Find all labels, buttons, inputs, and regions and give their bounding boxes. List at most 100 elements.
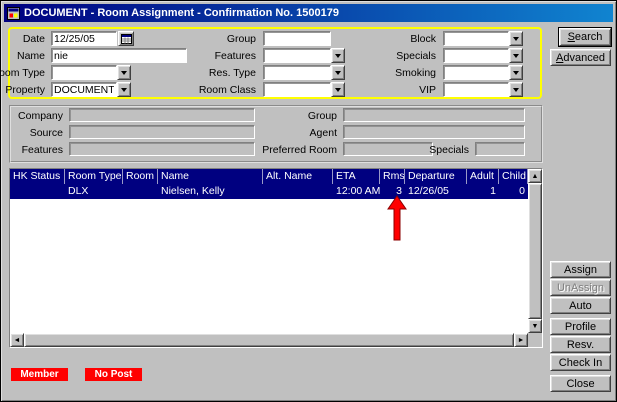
room-class-label: Room Class: [199, 84, 256, 96]
property-input[interactable]: [51, 82, 117, 97]
info-group-value: [343, 108, 525, 122]
chevron-down-icon: [335, 88, 341, 92]
check-in-button[interactable]: Check In: [550, 354, 611, 371]
date-input[interactable]: [51, 31, 117, 46]
member-badge: Member: [11, 368, 68, 381]
cell-name: Nielsen, Kelly: [158, 184, 263, 199]
smoking-label: Smoking: [395, 67, 436, 79]
date-label: Date: [23, 33, 45, 45]
close-button[interactable]: Close: [550, 375, 611, 392]
chevron-down-icon: [335, 71, 341, 75]
info-specials-label: Specials: [429, 144, 469, 156]
scroll-up-button[interactable]: ▲: [528, 169, 542, 183]
cell-child: 0: [499, 184, 528, 199]
column-header-name: Name: [158, 169, 263, 184]
chevron-down-icon: [513, 71, 519, 75]
property-label: Property: [5, 84, 45, 96]
block-dropdown-button[interactable]: [509, 31, 523, 46]
features-label: Features: [215, 50, 256, 62]
column-header-alt-name: Alt. Name: [263, 169, 333, 184]
cell-room: [123, 184, 158, 199]
scroll-right-button[interactable]: ►: [514, 333, 528, 347]
chevron-down-icon: [335, 54, 341, 58]
cell-departure: 12/26/05: [405, 184, 467, 199]
cell-adult: 1: [467, 184, 499, 199]
scrollbar-corner: [528, 333, 542, 347]
source-value: [69, 125, 255, 139]
room-type-label: Room Type: [0, 67, 45, 79]
column-header-child: Child: [499, 169, 528, 184]
features-input[interactable]: [263, 48, 331, 63]
room-type-dropdown-button[interactable]: [117, 65, 131, 80]
vip-input[interactable]: [443, 82, 509, 97]
chevron-down-icon: [121, 71, 127, 75]
specials-input[interactable]: [443, 48, 509, 63]
horizontal-scroll-thumb[interactable]: [24, 333, 514, 347]
chevron-down-icon: [121, 88, 127, 92]
resv-button[interactable]: Resv.: [550, 336, 611, 353]
column-header-room: Room: [123, 169, 158, 184]
block-input[interactable]: [443, 31, 509, 46]
chevron-down-icon: [513, 37, 519, 41]
column-header-adult: Adult: [467, 169, 499, 184]
res-type-input[interactable]: [263, 65, 331, 80]
specials-dropdown-button[interactable]: [509, 48, 523, 63]
room-class-input[interactable]: [263, 82, 331, 97]
titlebar[interactable]: DOCUMENT - Room Assignment - Confirmatio…: [4, 4, 613, 22]
specials-label: Specials: [396, 50, 436, 62]
preferred-room-label: Preferred Room: [262, 144, 337, 156]
info-features-label: Features: [22, 144, 63, 156]
no-post-badge: No Post: [85, 368, 142, 381]
preferred-room-value: [343, 142, 433, 156]
name-label: Name: [17, 50, 45, 62]
res-type-label: Res. Type: [209, 67, 256, 79]
scroll-left-button[interactable]: ◄: [10, 333, 24, 347]
grid-header-row: HK Status Room Type Room Name Alt. Name …: [10, 169, 528, 184]
column-header-departure: Departure: [405, 169, 467, 184]
search-button[interactable]: Search: [559, 28, 611, 46]
vip-dropdown-button[interactable]: [509, 82, 523, 97]
name-input[interactable]: [51, 48, 187, 63]
features-dropdown-button[interactable]: [331, 48, 345, 63]
cell-room-type: DLX: [65, 184, 123, 199]
smoking-input[interactable]: [443, 65, 509, 80]
group-input[interactable]: [263, 31, 331, 46]
advanced-button[interactable]: Advanced: [550, 49, 611, 66]
profile-button[interactable]: Profile: [550, 318, 611, 335]
smoking-dropdown-button[interactable]: [509, 65, 523, 80]
agent-label: Agent: [310, 127, 337, 139]
column-header-room-type: Room Type: [65, 169, 123, 184]
group-label: Group: [227, 33, 256, 45]
annotation-arrow-icon: [386, 195, 408, 241]
vip-label: VIP: [419, 84, 436, 96]
horizontal-scrollbar[interactable]: ◄ ►: [10, 333, 528, 347]
room-class-dropdown-button[interactable]: [331, 82, 345, 97]
vertical-scroll-thumb[interactable]: [528, 183, 542, 319]
source-label: Source: [30, 127, 63, 139]
date-calendar-button[interactable]: [118, 31, 134, 46]
vertical-scrollbar[interactable]: ▲ ▼: [528, 169, 542, 333]
results-grid: HK Status Room Type Room Name Alt. Name …: [9, 168, 543, 348]
unassign-button: UnAssign: [550, 279, 611, 296]
cell-eta: 12:00 AM: [333, 184, 380, 199]
room-assignment-window: DOCUMENT - Room Assignment - Confirmatio…: [0, 0, 617, 402]
cell-alt-name: [263, 184, 333, 199]
assign-button[interactable]: Assign: [550, 261, 611, 278]
column-header-rms: Rms: [380, 169, 405, 184]
auto-button[interactable]: Auto: [550, 297, 611, 314]
scroll-down-button[interactable]: ▼: [528, 319, 542, 333]
window-icon: [7, 7, 20, 20]
chevron-down-icon: [513, 88, 519, 92]
grid-body: DLX Nielsen, Kelly 12:00 AM 3 12/26/05 1…: [10, 184, 528, 333]
info-features-value: [69, 142, 255, 156]
calendar-icon: [121, 33, 132, 44]
table-row[interactable]: DLX Nielsen, Kelly 12:00 AM 3 12/26/05 1…: [10, 184, 528, 199]
company-label: Company: [18, 110, 63, 122]
res-type-dropdown-button[interactable]: [331, 65, 345, 80]
company-value: [69, 108, 255, 122]
agent-value: [343, 125, 525, 139]
window-title: DOCUMENT - Room Assignment - Confirmatio…: [24, 7, 339, 19]
property-dropdown-button[interactable]: [117, 82, 131, 97]
room-type-input[interactable]: [51, 65, 117, 80]
cell-hk-status: [10, 184, 65, 199]
